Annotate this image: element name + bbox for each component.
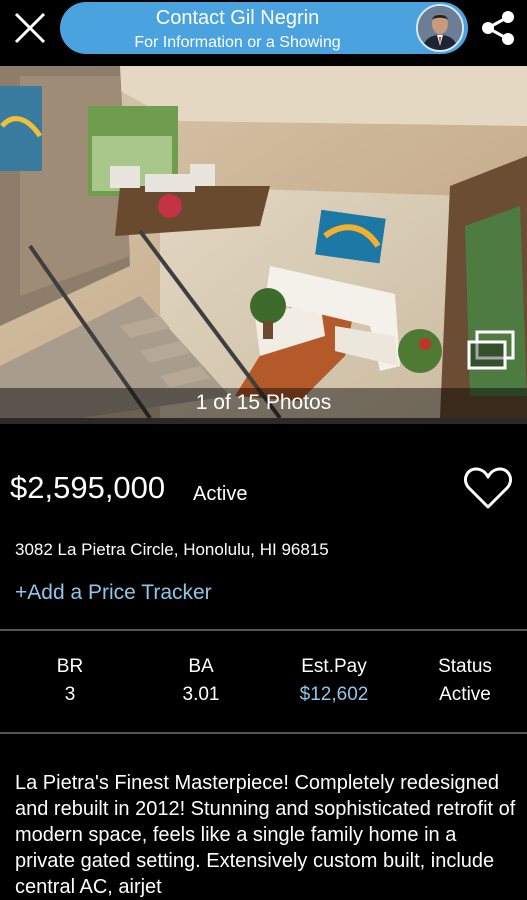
divider	[0, 732, 527, 734]
share-button[interactable]	[475, 5, 521, 51]
heart-icon	[464, 467, 512, 509]
contact-agent-button[interactable]: Contact Gil Negrin For Information or a …	[60, 2, 468, 54]
contact-title: Contact Gil Negrin	[155, 7, 320, 29]
close-button[interactable]	[8, 6, 52, 50]
agent-avatar	[416, 4, 464, 52]
favorite-button[interactable]	[463, 465, 513, 511]
add-price-tracker-link[interactable]: +Add a Price Tracker	[15, 581, 212, 605]
gallery-icon	[467, 330, 515, 370]
top-bar: Contact Gil Negrin For Information or a …	[0, 0, 527, 58]
stat-value: 3.01	[182, 684, 220, 705]
stat-est-pay[interactable]: Est.Pay $12,602	[269, 656, 399, 706]
listing-photo[interactable]: 1 of 15 Photos	[0, 66, 527, 418]
listing-status: Active	[193, 483, 248, 505]
listing-description: La Pietra's Finest Masterpiece! Complete…	[15, 772, 516, 898]
stat-status: Status Active	[400, 656, 527, 706]
stats-row: BR 3 BA 3.01 Est.Pay $12,602 Status Acti…	[0, 656, 527, 716]
gallery-button[interactable]	[465, 328, 517, 374]
stat-value: Active	[439, 684, 491, 705]
listing-address: 3082 La Pietra Circle, Honolulu, HI 9681…	[15, 540, 329, 559]
contact-subtitle: For Information or a Showing	[134, 34, 341, 51]
stat-label: BA	[188, 656, 214, 677]
listing-price: $2,595,000	[10, 470, 166, 505]
living-room-image	[0, 66, 527, 418]
share-icon	[482, 11, 514, 45]
stat-label: Est.Pay	[301, 656, 367, 677]
close-icon	[14, 12, 46, 44]
stat-label: Status	[438, 656, 492, 677]
photo-count: 1 of 15 Photos	[0, 388, 527, 418]
stat-bedrooms: BR 3	[5, 656, 135, 706]
stat-bathrooms: BA 3.01	[136, 656, 266, 706]
stat-value: 3	[64, 684, 76, 705]
est-pay-link[interactable]: $12,602	[269, 684, 399, 706]
divider	[0, 629, 527, 631]
divider	[0, 418, 527, 424]
stat-label: BR	[56, 656, 84, 677]
